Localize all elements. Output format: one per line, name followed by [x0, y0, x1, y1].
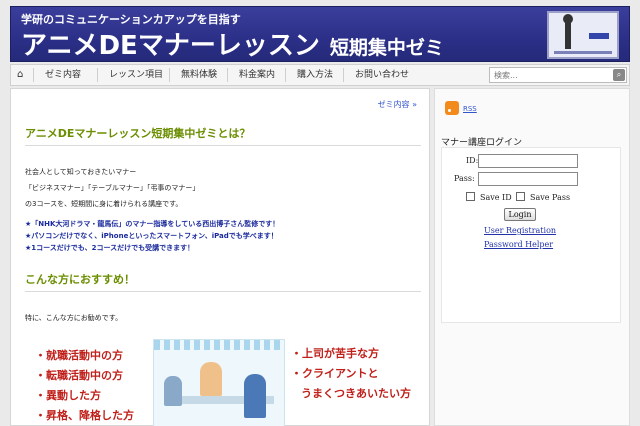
target-job-hunting: ・就職活動中の方	[35, 349, 123, 362]
site-title-sub: 短期集中ゼミ	[329, 37, 444, 59]
nav-item-seminar[interactable]: ゼミ内容	[45, 65, 81, 85]
target-client-cont: うまくつきあいたい方	[301, 387, 411, 400]
highlight-3: ★1コースだけでも、2コースだけでも受講できます！	[25, 244, 195, 252]
section-heading-about: アニメDEマナーレッスン短期集中ゼミとは？	[25, 125, 421, 146]
highlight-1: ★「NHK大河ドラマ・龍馬伝」のマナー指導をしている西出博子さん監修です！	[25, 220, 280, 228]
user-registration-link[interactable]: User Registration	[484, 226, 556, 235]
search-box: ⌕	[489, 67, 627, 83]
recommend-intro: 特に、こんな方にお勧めです。	[25, 314, 123, 322]
password-helper-link[interactable]: Password Helper	[484, 240, 553, 249]
site-title-main: アニメDEマナーレッスン	[21, 31, 320, 61]
main-nav: ⌂ ゼミ内容 レッスン項目 無料体験 料金案内 購入方法 お問い合わせ ⌕	[10, 64, 630, 86]
rss-link[interactable]: RSS	[463, 105, 477, 113]
section-heading-recommend: こんな方におすすめ！	[25, 271, 421, 292]
id-field[interactable]	[478, 154, 578, 168]
intro-line-2: 「ビジネスマナー」「テーブルマナー」「弔事のマナー」	[25, 184, 200, 192]
save-pass-checkbox[interactable]	[516, 192, 525, 201]
target-transferred: ・異動した方	[35, 389, 101, 402]
target-career-change: ・転職活動中の方	[35, 369, 123, 382]
search-input[interactable]	[494, 69, 604, 81]
save-id-checkbox[interactable]	[466, 192, 475, 201]
pass-field[interactable]	[478, 172, 578, 186]
search-icon[interactable]: ⌕	[613, 69, 625, 81]
home-icon[interactable]: ⌂	[17, 69, 23, 80]
intro-line-3: の3コースを、短期間に身に着けられる講座です。	[25, 200, 183, 208]
login-button[interactable]: Login	[504, 208, 536, 221]
site-header: 学研のコミュニケーションカアップを目指す アニメDEマナーレッスン 短期集中ゼミ	[10, 6, 630, 62]
target-promoted: ・昇格、降格した方	[35, 409, 134, 422]
target-client: ・クライアントと	[291, 367, 379, 380]
save-pass-label: Save Pass	[530, 193, 571, 202]
sidebar: RSS マナー講座ログイン ID: Pass: Save ID Save Pas…	[434, 88, 630, 426]
intro-line-1: 社会人として知っておきたいマナー	[25, 168, 137, 176]
id-label: ID:	[466, 156, 479, 165]
nav-item-purchase[interactable]: 購入方法	[297, 65, 333, 85]
nav-item-pricing[interactable]: 料金案内	[239, 65, 275, 85]
highlight-2: ★パソコンだけでなく、iPhoneといったスマートフォン、iPadでも学べます！	[25, 232, 278, 240]
login-form: ID: Pass: Save ID Save Pass Login User R…	[441, 147, 621, 323]
target-boss: ・上司が苦手な方	[291, 347, 379, 360]
nav-item-contact[interactable]: お問い合わせ	[355, 65, 409, 85]
office-illustration	[153, 339, 285, 426]
nav-item-lessons[interactable]: レッスン項目	[109, 65, 163, 85]
rss-icon[interactable]	[445, 101, 459, 115]
site-title[interactable]: アニメDEマナーレッスン 短期集中ゼミ	[21, 25, 444, 62]
breadcrumb-link[interactable]: ゼミ内容 »	[378, 99, 417, 110]
save-id-label: Save ID	[480, 193, 512, 202]
nav-item-free-trial[interactable]: 無料体験	[181, 65, 217, 85]
header-illustration	[547, 11, 619, 59]
pass-label: Pass:	[454, 174, 475, 183]
main-content: ゼミ内容 » アニメDEマナーレッスン短期集中ゼミとは？ 社会人として知っておき…	[10, 88, 430, 426]
